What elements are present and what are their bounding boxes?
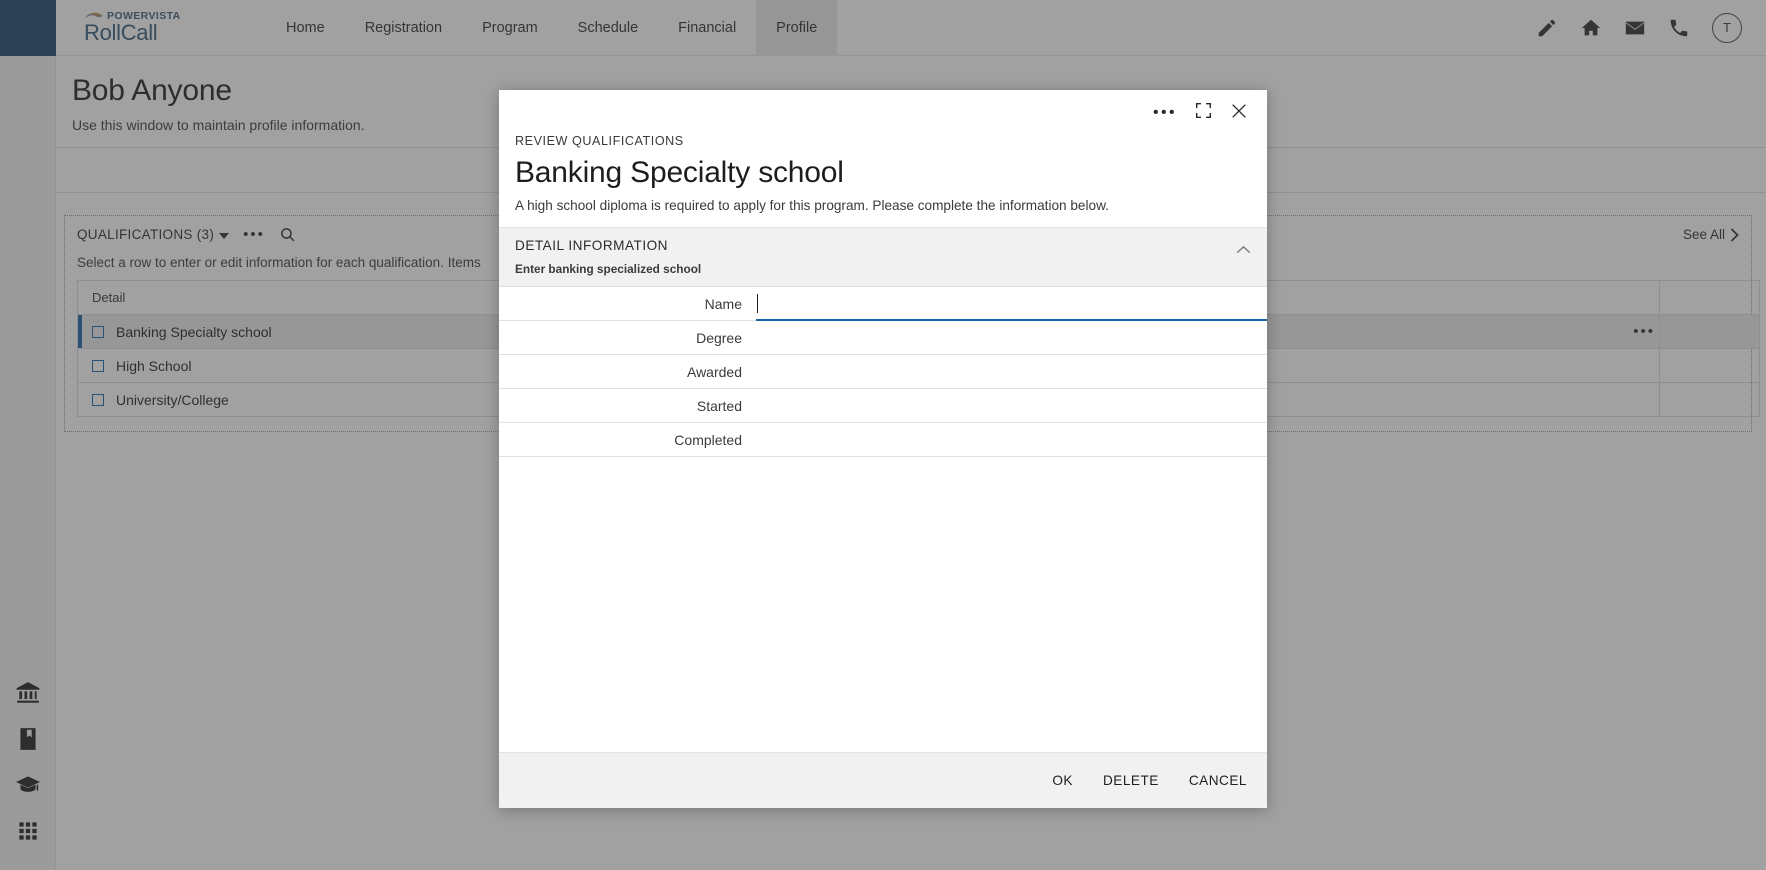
field-label-awarded: Awarded	[686, 363, 742, 380]
field-label-degree: Degree	[696, 329, 742, 346]
degree-input[interactable]	[756, 321, 1267, 355]
field-label-name: Name	[704, 295, 742, 312]
form-row-awarded[interactable]: Awarded	[499, 355, 1267, 389]
delete-button[interactable]: DELETE	[1103, 773, 1159, 788]
form-row-completed[interactable]: Completed	[499, 423, 1267, 457]
awarded-input[interactable]	[756, 355, 1267, 389]
section-title: DETAIL INFORMATION	[515, 238, 668, 253]
application-root: POWERVISTA RollCall Home Registration Pr…	[0, 0, 1766, 870]
dialog-description: A high school diploma is required to app…	[515, 198, 1109, 213]
dialog-eyebrow: REVIEW QUALIFICATIONS	[515, 134, 684, 148]
text-cursor	[757, 293, 758, 313]
form-row-started[interactable]: Started	[499, 389, 1267, 423]
dialog-title: Banking Specialty school	[515, 156, 844, 189]
field-label-started: Started	[696, 397, 742, 414]
name-input[interactable]	[756, 287, 1267, 321]
dialog-footer: OK DELETE CANCEL	[499, 752, 1267, 808]
completed-input[interactable]	[756, 423, 1267, 457]
more-icon[interactable]: •••	[1153, 105, 1177, 121]
review-qualifications-dialog: ••• REVIEW QUALIFICATIONS Banking Specia…	[499, 90, 1267, 808]
dialog-header-actions: •••	[499, 90, 1267, 124]
form-row-name[interactable]: Name	[499, 287, 1267, 321]
cancel-button[interactable]: CANCEL	[1189, 773, 1247, 788]
started-input[interactable]	[756, 389, 1267, 423]
ok-button[interactable]: OK	[1052, 773, 1073, 788]
expand-icon[interactable]	[1195, 102, 1212, 124]
form-row-degree[interactable]: Degree	[499, 321, 1267, 355]
detail-information-form: Name Degree Awarded Started Completed	[499, 287, 1267, 752]
chevron-up-icon[interactable]	[1236, 241, 1251, 259]
field-label-completed: Completed	[674, 431, 742, 448]
section-hint: Enter banking specialized school	[515, 262, 702, 276]
dialog-header: REVIEW QUALIFICATIONS Banking Specialty …	[499, 124, 1267, 227]
detail-information-section-header[interactable]: DETAIL INFORMATION Enter banking special…	[499, 227, 1267, 287]
close-icon[interactable]	[1230, 102, 1248, 125]
